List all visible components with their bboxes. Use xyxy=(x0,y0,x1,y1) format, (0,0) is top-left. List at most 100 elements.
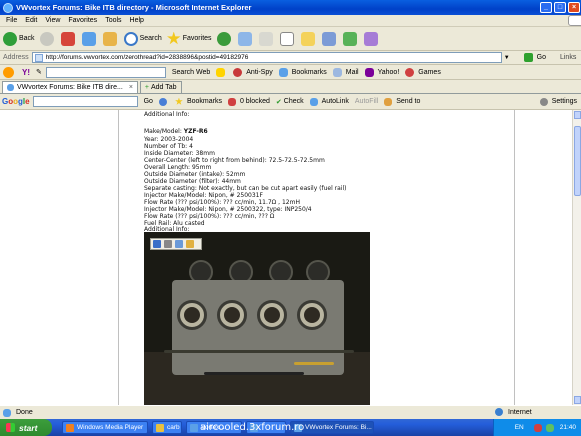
close-tab-icon[interactable]: × xyxy=(129,84,133,91)
spell-check-button[interactable]: ✔ Check xyxy=(276,98,304,106)
scroll-thumb[interactable] xyxy=(574,126,581,196)
back-arrow-icon xyxy=(3,31,17,46)
post-line: Year: 2003-2004 xyxy=(144,136,194,143)
image-toolbar[interactable] xyxy=(150,238,202,250)
history-button[interactable] xyxy=(216,30,233,48)
menu-view[interactable]: View xyxy=(45,17,60,24)
yahoo-search-input[interactable] xyxy=(45,66,166,78)
back-button[interactable]: Back xyxy=(3,30,35,48)
post-line: Injector Make/Model: Nipon, # 2500322, t… xyxy=(144,206,312,213)
watermark-text: aircooled.3xforum.ro xyxy=(200,422,305,433)
plus-icon: + xyxy=(144,84,149,91)
address-input[interactable]: http://forums.vwvortex.com/zerothread?id… xyxy=(31,52,502,63)
folder-icon[interactable] xyxy=(186,240,194,248)
star-icon xyxy=(175,97,183,105)
yahoo-link[interactable]: Yahoo! xyxy=(364,67,399,77)
print-icon xyxy=(258,31,273,46)
page-icon xyxy=(3,408,11,417)
bookmarks-button[interactable]: Bookmarks xyxy=(278,67,327,77)
highlight-button[interactable] xyxy=(216,67,227,77)
go-button[interactable]: Go xyxy=(523,53,546,62)
tray-icon[interactable] xyxy=(545,423,554,432)
scroll-up-button[interactable] xyxy=(574,111,581,119)
discuss-button[interactable] xyxy=(363,30,380,48)
send-to-button[interactable]: Send to xyxy=(384,97,420,106)
mail-button[interactable] xyxy=(237,30,254,48)
games-link[interactable]: Games xyxy=(405,67,441,77)
search-web-button[interactable]: Search Web xyxy=(172,69,210,76)
stop-button[interactable] xyxy=(60,30,77,48)
google-bookmarks-button[interactable]: Bookmarks xyxy=(175,97,222,106)
home-button[interactable] xyxy=(102,30,119,48)
standard-toolbar: Back Search Favorites xyxy=(0,27,581,51)
maximize-button[interactable]: □ xyxy=(554,2,566,13)
autofill-button[interactable]: AutoFill xyxy=(355,98,378,105)
status-bar: Done Internet xyxy=(0,405,581,419)
menu-tools[interactable]: Tools xyxy=(105,17,121,24)
pencil-icon[interactable]: ✎ xyxy=(36,68,42,76)
tray-icon[interactable] xyxy=(533,423,542,432)
post-line: Flow Rate (??? psi/100%): ??? cc/min, ??… xyxy=(144,213,275,220)
star-icon xyxy=(167,31,181,45)
minimize-button[interactable]: _ xyxy=(540,2,552,13)
throttle-body-photo xyxy=(144,232,370,405)
yahoo-logo-icon[interactable]: Y! xyxy=(22,68,30,77)
wire xyxy=(294,362,334,365)
system-tray: EN 21:40 xyxy=(493,419,581,436)
tab-vwvortex[interactable]: VWvortex Forums: Bike ITB dire... × xyxy=(2,81,138,93)
add-tab-button[interactable]: + Add Tab xyxy=(139,81,182,93)
print-icon[interactable] xyxy=(164,240,172,248)
vertical-scrollbar[interactable] xyxy=(572,110,581,405)
go-arrow-icon xyxy=(523,53,533,62)
anti-spy-button[interactable]: Anti-Spy xyxy=(233,67,273,77)
links-button[interactable]: Links xyxy=(560,54,576,61)
page-left-margin xyxy=(0,110,118,405)
throttle-bore xyxy=(257,300,287,330)
save-icon[interactable] xyxy=(153,240,161,248)
yahoo-toolbar-icon[interactable] xyxy=(3,66,14,78)
google-go-button[interactable]: Go xyxy=(144,98,153,105)
address-bar: Address http://forums.vwvortex.com/zerot… xyxy=(0,51,581,65)
mail-icon xyxy=(237,31,252,46)
research-button[interactable] xyxy=(321,30,338,48)
menu-edit[interactable]: Edit xyxy=(25,17,37,24)
forward-button[interactable] xyxy=(39,30,56,48)
menu-file[interactable]: File xyxy=(6,17,17,24)
games-icon xyxy=(405,67,415,77)
mail-link[interactable]: Mail xyxy=(332,67,359,77)
folder-icon xyxy=(300,31,315,46)
taskbar-item[interactable]: Windows Media Player xyxy=(62,421,148,434)
yahoo-toolbar: Y! ✎ Search Web Anti-Spy Bookmarks Mail … xyxy=(0,65,581,80)
address-dropdown-icon[interactable]: ▼ xyxy=(504,55,510,61)
menu-bar: File Edit View Favorites Tools Help xyxy=(0,15,581,27)
print-button[interactable] xyxy=(258,30,275,48)
globe-icon xyxy=(495,408,503,416)
mail-icon[interactable] xyxy=(175,240,183,248)
menu-favorites[interactable]: Favorites xyxy=(68,17,97,24)
popup-blocker-button[interactable]: 0 blocked xyxy=(227,97,270,106)
status-text: Done xyxy=(16,409,33,416)
wire xyxy=(164,350,354,353)
post-line: Outside Diameter (filter): 44mm xyxy=(144,178,241,185)
language-indicator[interactable]: EN xyxy=(515,424,524,431)
envelope-icon xyxy=(332,67,342,77)
refresh-button[interactable] xyxy=(81,30,98,48)
media-player-icon xyxy=(66,423,74,432)
search-icon xyxy=(158,97,167,106)
throttle-bore xyxy=(297,300,327,330)
close-button[interactable]: × xyxy=(568,2,580,13)
favorites-button[interactable]: Favorites xyxy=(167,30,212,48)
start-button[interactable]: start xyxy=(0,419,52,436)
autolink-button[interactable]: AutoLink xyxy=(309,97,349,106)
messenger-button[interactable] xyxy=(342,30,359,48)
folder-button[interactable] xyxy=(300,30,317,48)
search-icon xyxy=(123,31,138,46)
google-search-input[interactable] xyxy=(32,96,138,107)
menu-help[interactable]: Help xyxy=(130,17,144,24)
google-settings-button[interactable]: Settings xyxy=(539,97,577,106)
search-button[interactable]: Search xyxy=(123,30,162,48)
google-search-icon-button[interactable] xyxy=(158,97,169,106)
scroll-down-button[interactable] xyxy=(574,396,581,404)
taskbar-item[interactable]: carb xyxy=(152,421,182,434)
edit-button[interactable] xyxy=(279,30,296,48)
